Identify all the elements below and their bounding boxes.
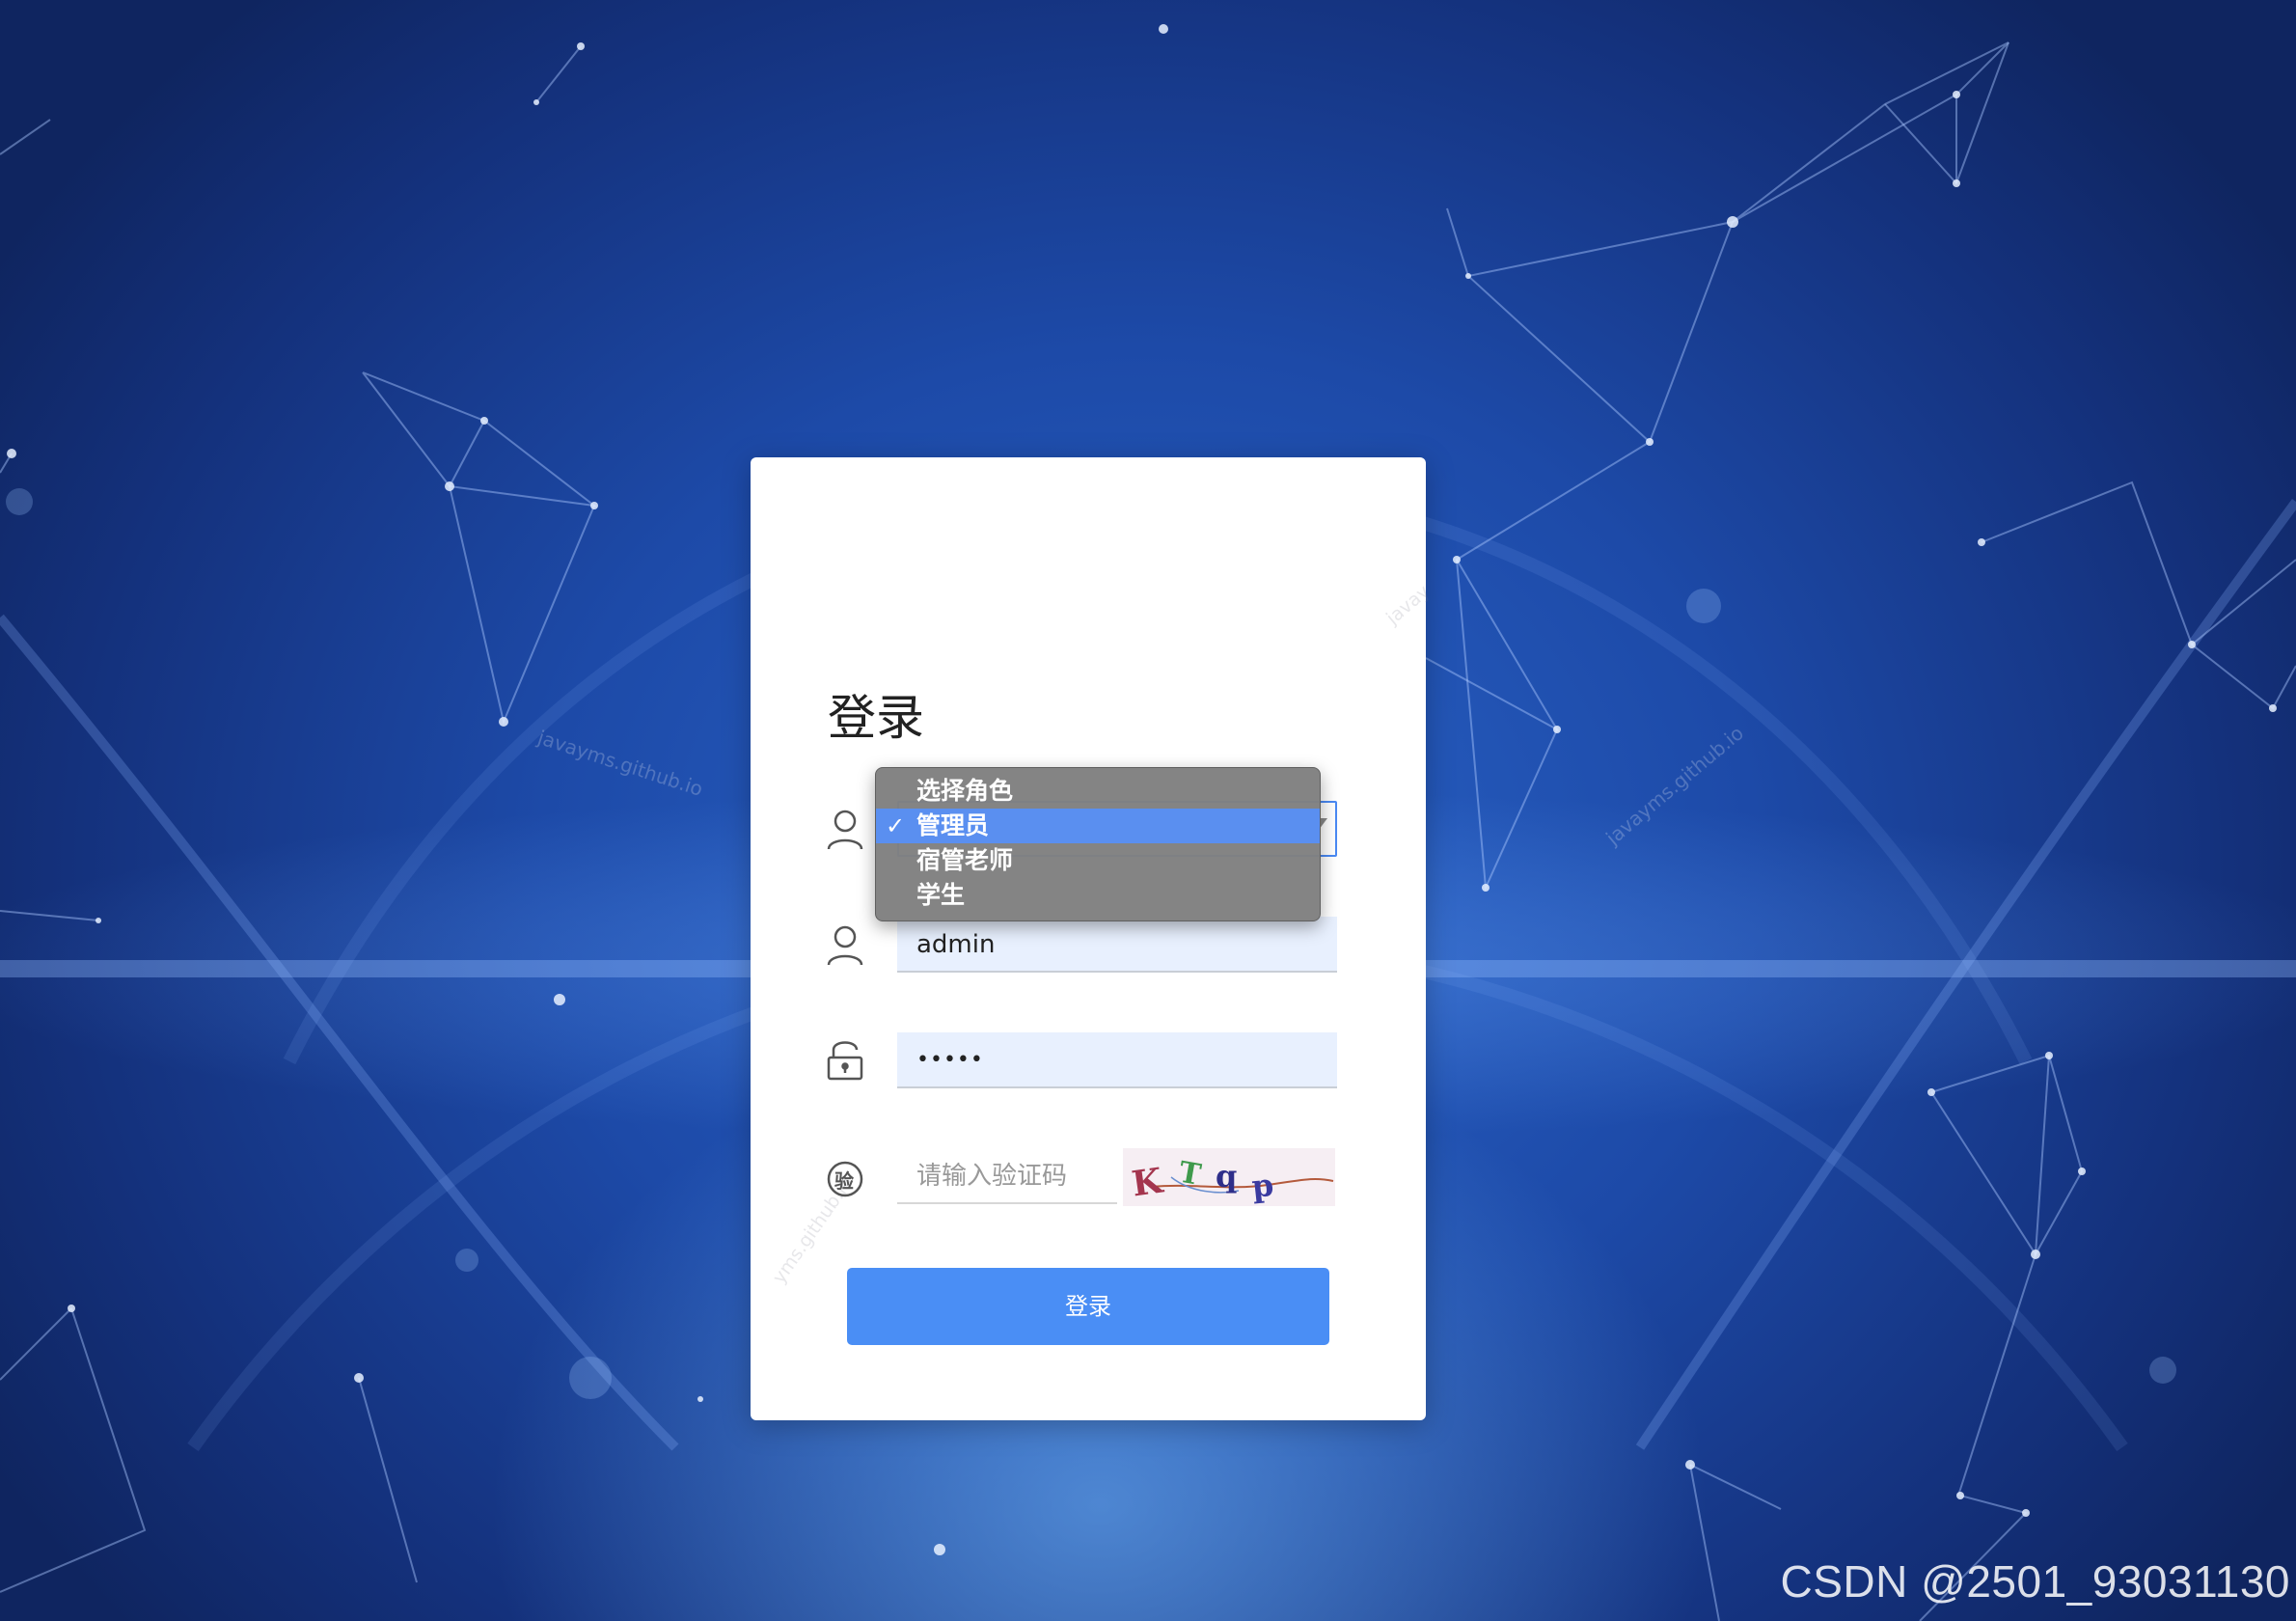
user-icon bbox=[826, 924, 864, 967]
dropdown-option-admin[interactable]: ✓ 管理员 bbox=[876, 809, 1320, 843]
role-dropdown-menu: 选择角色 ✓ 管理员 宿管老师 学生 bbox=[875, 767, 1321, 921]
svg-text:q: q bbox=[1216, 1158, 1237, 1195]
username-input[interactable]: admin bbox=[897, 917, 1337, 973]
captcha-badge-char: 验 bbox=[834, 1169, 854, 1193]
login-page: javayms.github.io javayms.github.io java… bbox=[0, 0, 2296, 1621]
dropdown-option-student[interactable]: 学生 bbox=[876, 878, 1320, 913]
user-icon bbox=[826, 809, 864, 851]
captcha-input[interactable]: 请输入验证码 bbox=[897, 1148, 1117, 1204]
svg-text:p: p bbox=[1250, 1167, 1275, 1205]
svg-text:K: K bbox=[1130, 1160, 1167, 1204]
login-card: javay yms.github.io 登录 admin ••••• 验 请输入… bbox=[751, 457, 1434, 1420]
login-button[interactable]: 登录 bbox=[847, 1268, 1329, 1345]
dropdown-option-select-role[interactable]: 选择角色 bbox=[876, 774, 1320, 809]
password-input[interactable]: ••••• bbox=[897, 1032, 1337, 1088]
check-icon: ✓ bbox=[886, 812, 906, 839]
csdn-credit-watermark: CSDN @2501_93031130 bbox=[1780, 1556, 2290, 1607]
page-title: 登录 bbox=[828, 689, 924, 746]
dropdown-option-dorm-teacher[interactable]: 宿管老师 bbox=[876, 843, 1320, 878]
lock-icon bbox=[826, 1038, 864, 1081]
captcha-image[interactable]: K T q p bbox=[1123, 1148, 1335, 1206]
dropdown-option-label: 管理员 bbox=[916, 811, 990, 839]
